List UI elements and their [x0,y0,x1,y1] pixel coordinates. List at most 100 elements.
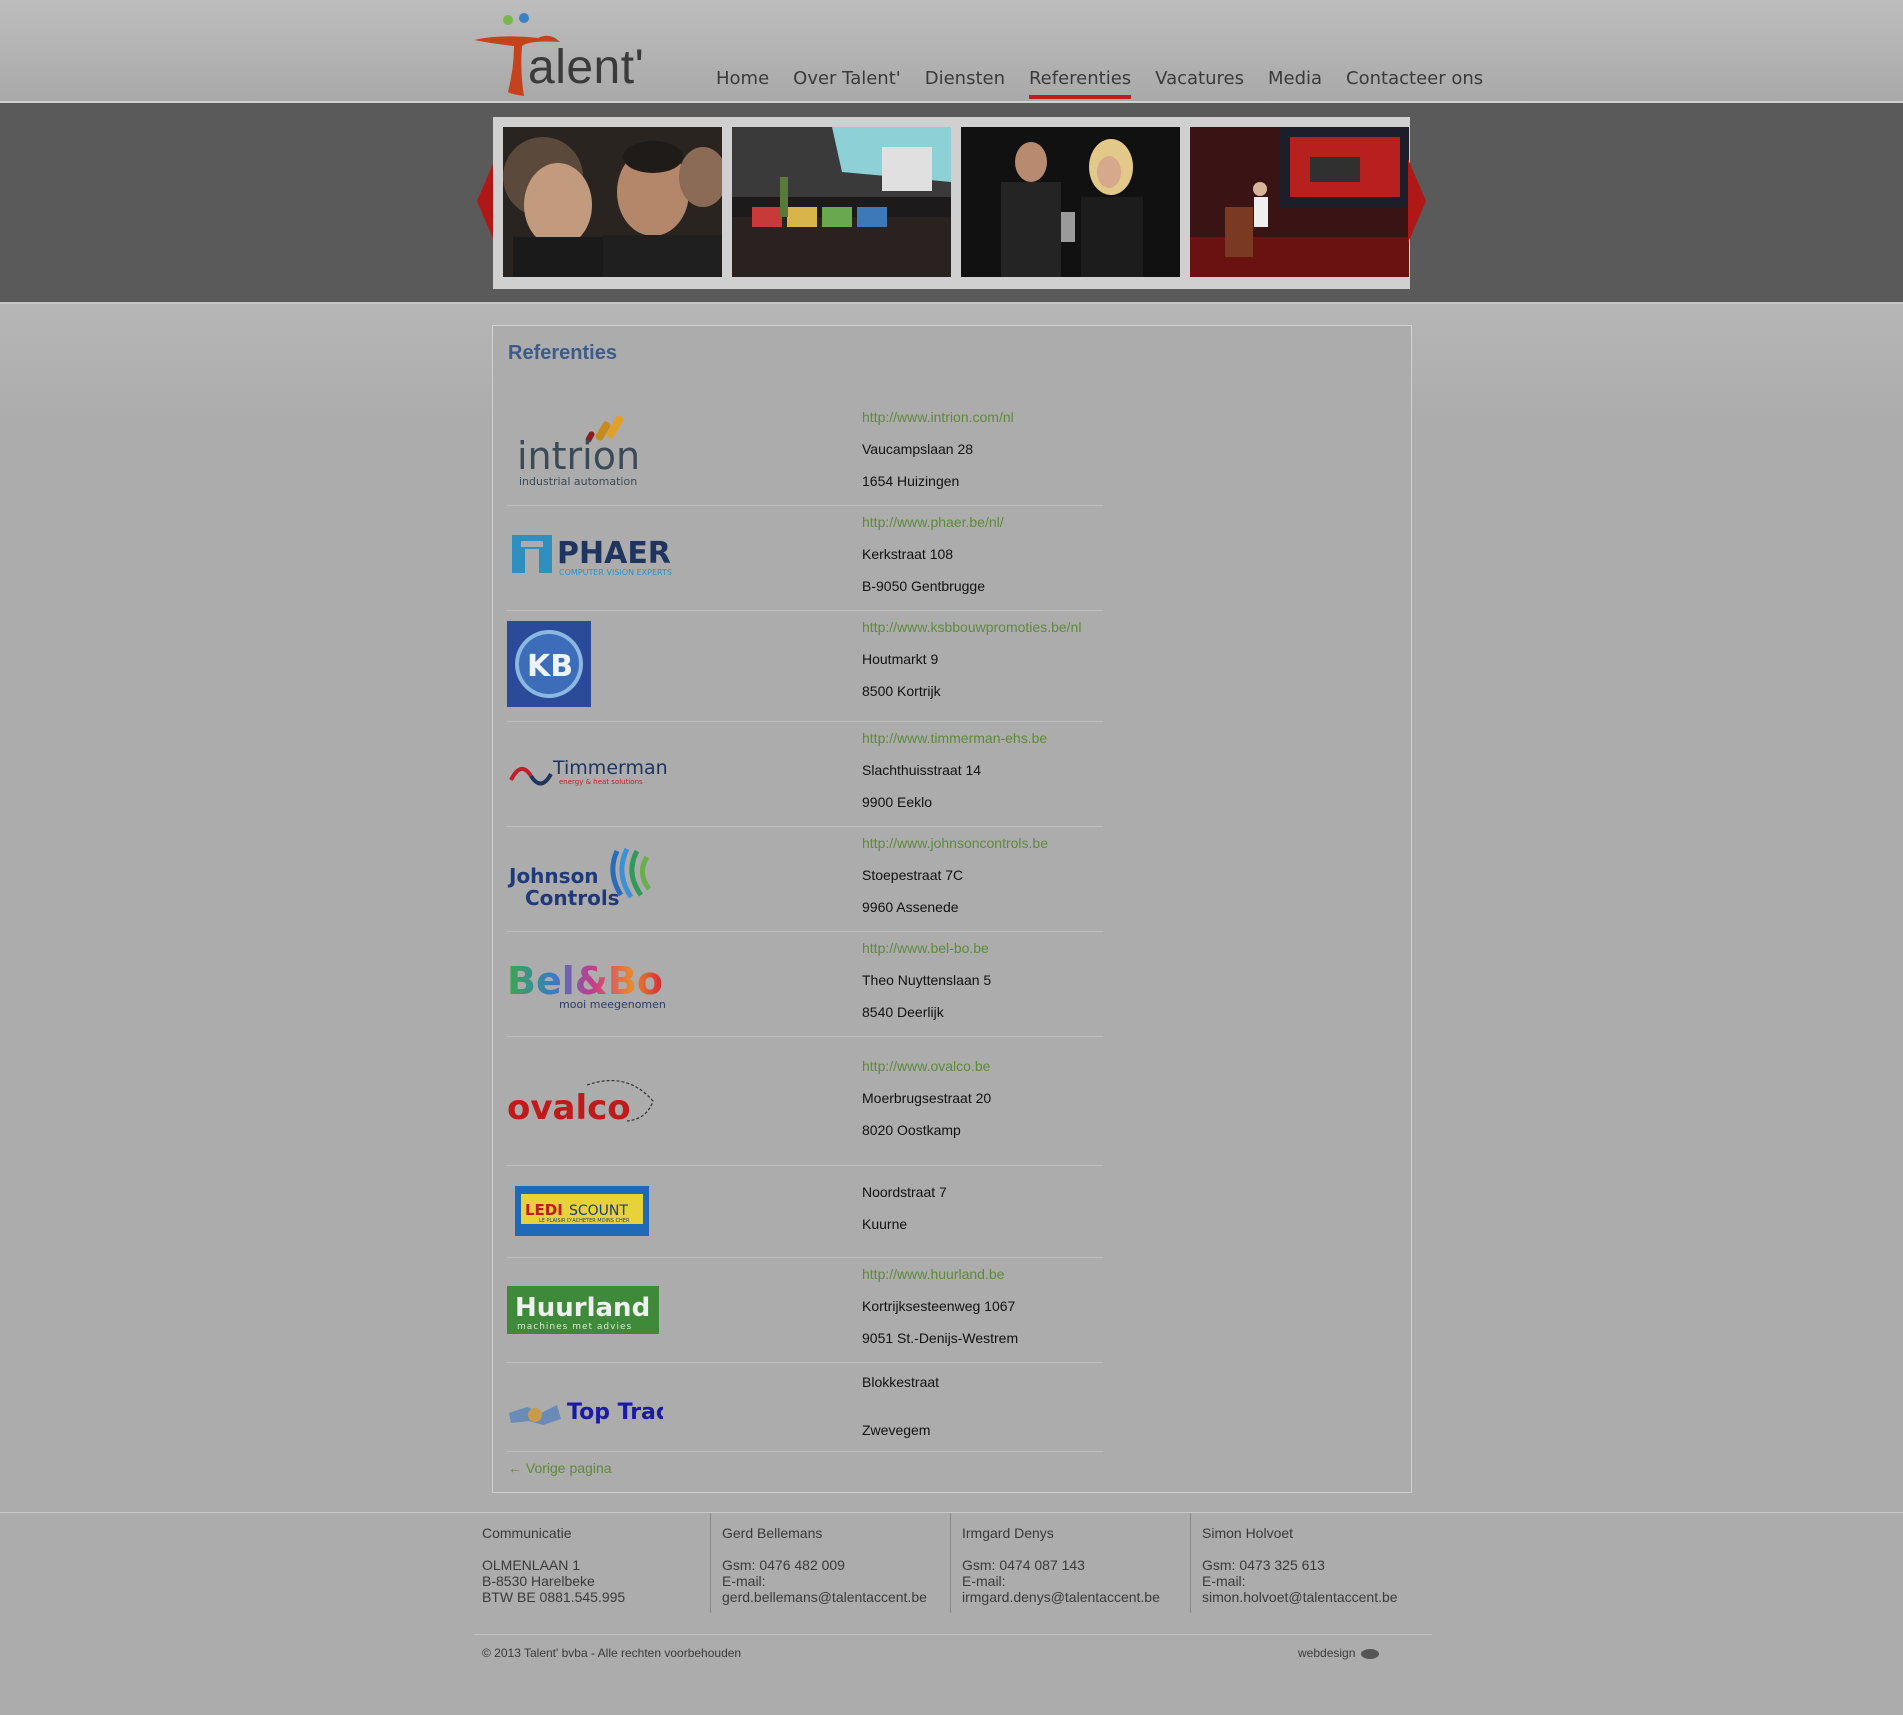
phaer-logo[interactable]: PHAER COMPUTER VISION EXPERTS [507,531,682,581]
webdesign-link[interactable]: webdesign [1298,1646,1379,1660]
nav-referenties[interactable]: Referenties [1028,68,1132,99]
ksb-logo[interactable]: KB [507,621,591,707]
slider-frame [493,117,1410,289]
footer-col-gerd: Gerd Bellemans Gsm: 0476 482 009 E-mail:… [722,1513,962,1613]
reference-street: Blokkestraat [862,1374,940,1390]
footer-divider [1190,1513,1191,1613]
reference-street: Kerkstraat 108 [862,546,954,562]
nav-diensten[interactable]: Diensten [925,68,1005,99]
webdesign-icon [1360,1648,1379,1659]
reference-street: Vaucampslaan 28 [862,441,974,457]
nav-over-talent[interactable]: Over Talent' [793,68,901,99]
reference-url[interactable]: http://www.intrion.com/nl [862,401,1014,433]
slide-photo-2[interactable] [732,127,951,277]
intrion-logo[interactable]: intrion industrial automation [507,411,667,491]
page-title: Referenties [508,342,617,364]
svg-text:Huurland: Huurland [515,1293,650,1323]
svg-text:machines met advies: machines met advies [517,1322,632,1332]
reference-url[interactable]: http://www.huurland.be [862,1258,1018,1290]
reference-url[interactable]: http://www.timmerman-ehs.be [862,722,1047,754]
reference-street: Houtmarkt 9 [862,651,939,667]
references-panel: Referenties intrion industrial automatio… [492,325,1412,1493]
reference-row-intrion: intrion industrial automation http://www… [507,401,1103,506]
svg-text:KB: KB [527,649,573,684]
footer-divider [950,1513,951,1613]
svg-text:LEDI: LEDI [525,1201,563,1219]
svg-text:energy & heat solutions: energy & heat solutions [559,778,643,786]
johnson-controls-logo[interactable]: Johnson Controls [507,843,667,913]
reference-city: 9900 Eeklo [862,794,933,810]
previous-page-link[interactable]: ← Vorige pagina [508,1460,612,1476]
webdesign-label: webdesign [1298,1646,1356,1660]
huurland-logo[interactable]: Huurland machines met advies [507,1286,659,1336]
footer-divider [710,1513,711,1613]
reference-row-lediscount: LEDI SCOUNT LE PLAISIR D'ACHETER MOINS C… [507,1166,1103,1258]
email-link[interactable]: irmgard.denys@talentaccent.be [962,1589,1202,1605]
slide-photo-3[interactable] [961,127,1180,277]
belbo-logo[interactable]: Bel&Bo mooi meegenomen [507,960,667,1016]
footer-col-simon: Simon Holvoet Gsm: 0473 325 613 E-mail: … [1202,1513,1442,1613]
reference-city: 9051 St.-Denijs-Westrem [862,1330,1019,1346]
email-link[interactable]: simon.holvoet@talentaccent.be [1202,1589,1442,1605]
reference-city: B-9050 Gentbrugge [862,578,985,594]
svg-text:COMPUTER VISION EXPERTS: COMPUTER VISION EXPERTS [559,568,672,577]
svg-text:LE PLAISIR D'ACHETER MOINS CHE: LE PLAISIR D'ACHETER MOINS CHER [539,1218,630,1224]
svg-text:intrion: intrion [517,434,640,478]
reference-street: Slachthuisstraat 14 [862,762,982,778]
svg-text:PHAER: PHAER [557,536,671,571]
nav-media[interactable]: Media [1268,68,1322,99]
reference-city: 9960 Assenede [862,899,959,915]
svg-text:Controls: Controls [525,886,620,910]
reference-row-top-trading: Top Trading Blokkestraat Zwevegem [507,1363,1103,1452]
reference-row-phaer: PHAER COMPUTER VISION EXPERTS http://www… [507,506,1103,611]
svg-text:Johnson: Johnson [507,864,599,888]
reference-city: Zwevegem [862,1422,931,1438]
logo-wordmark: alent' [528,41,645,94]
main-nav: Home Over Talent' Diensten Referenties V… [716,68,1507,99]
footer-rule [474,1634,1432,1635]
slide-photo-4[interactable] [1190,127,1409,277]
reference-city: 8020 Oostkamp [862,1122,961,1138]
reference-url[interactable]: http://www.johnsoncontrols.be [862,827,1048,859]
timmerman-logo[interactable]: Timmerman energy & heat solutions [507,752,672,792]
lediscount-logo[interactable]: LEDI SCOUNT LE PLAISIR D'ACHETER MOINS C… [507,1182,657,1242]
reference-city: 8540 Deerlijk [862,1004,944,1020]
reference-row-ksb: KB http://www.ksbbouwpromoties.be/nl Hou… [507,611,1103,722]
nav-contacteer-ons[interactable]: Contacteer ons [1346,68,1483,99]
reference-row-belbo: Bel&Bo mooi meegenomen http://www.bel-bo… [507,932,1103,1037]
reference-row-ovalco: ovalco http://www.ovalco.be Moerbrugsest… [507,1037,1103,1166]
site-footer: Communicatie OLMENLAAN 1 B-8530 Harelbek… [0,1512,1903,1715]
reference-url[interactable]: http://www.phaer.be/nl/ [862,506,1004,538]
reference-row-huurland: Huurland machines met advies http://www.… [507,1258,1103,1363]
arrow-right-icon[interactable] [1408,159,1426,243]
reference-street: Stoepestraat 7C [862,867,964,883]
svg-text:Top Trading: Top Trading [567,1400,663,1425]
footer-col-irmgard: Irmgard Denys Gsm: 0474 087 143 E-mail: … [962,1513,1202,1613]
site-header: alent' Home Over Talent' Diensten Refere… [0,0,1903,103]
reference-street: Noordstraat 7 [862,1184,947,1200]
reference-url[interactable]: http://www.ovalco.be [862,1050,991,1082]
svg-text:Bel&Bo: Bel&Bo [507,960,663,1003]
reference-row-johnson-controls: Johnson Controls http://www.johnsoncontr… [507,827,1103,932]
reference-url[interactable]: http://www.bel-bo.be [862,932,991,964]
slide-photo-1[interactable] [503,127,722,277]
svg-text:ovalco: ovalco [507,1088,631,1128]
nav-vacatures[interactable]: Vacatures [1155,68,1244,99]
reference-city: 1654 Huizingen [862,473,960,489]
reference-street: Kortrijksesteenweg 1067 [862,1298,1016,1314]
svg-text:Timmerman: Timmerman [552,757,668,779]
reference-row-timmerman: Timmerman energy & heat solutions http:/… [507,722,1103,827]
top-trading-logo[interactable]: Top Trading [507,1389,663,1433]
reference-street: Moerbrugsestraat 20 [862,1090,992,1106]
reference-url[interactable]: http://www.ksbbouwpromoties.be/nl [862,611,1081,643]
ovalco-logo[interactable]: ovalco [507,1071,667,1131]
footer-col-communicatie: Communicatie OLMENLAAN 1 B-8530 Harelbek… [482,1525,626,1605]
reference-street: Theo Nuyttenslaan 5 [862,972,992,988]
nav-home[interactable]: Home [716,68,769,99]
photo-slider [0,103,1903,304]
reference-city: 8500 Kortrijk [862,683,941,699]
email-link[interactable]: gerd.bellemans@talentaccent.be [722,1589,962,1605]
copyright-text: © 2013 Talent' bvba - Alle rechten voorb… [482,1646,742,1660]
svg-text:mooi meegenomen: mooi meegenomen [559,998,666,1011]
svg-text:SCOUNT: SCOUNT [569,1203,628,1219]
